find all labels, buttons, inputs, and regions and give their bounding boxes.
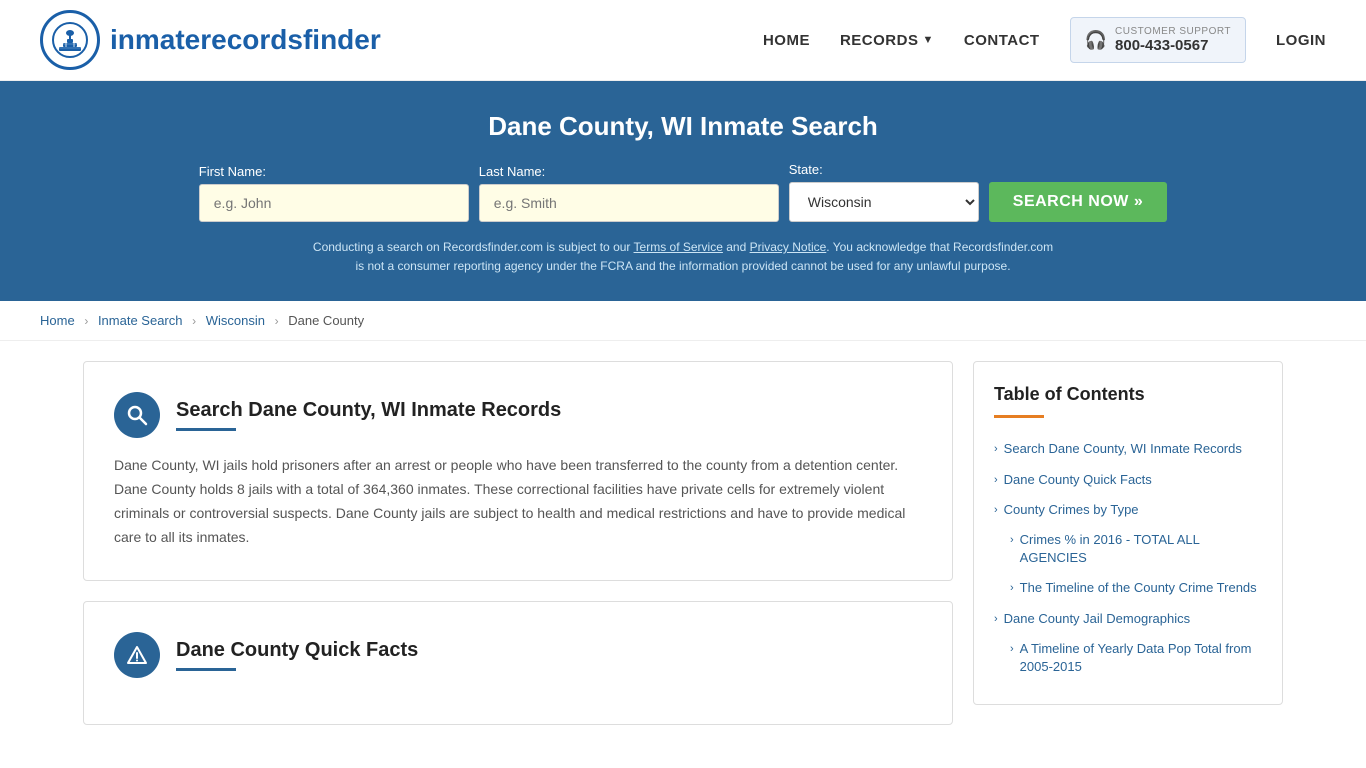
last-name-label: Last Name: <box>479 164 545 179</box>
terms-link[interactable]: Terms of Service <box>634 240 723 254</box>
headset-icon: 🎧 <box>1085 30 1107 51</box>
content-area: Search Dane County, WI Inmate Records Da… <box>83 361 953 744</box>
nav-home[interactable]: HOME <box>763 32 810 49</box>
first-name-group: First Name: <box>199 164 469 222</box>
chevron-right-icon: › <box>994 612 998 627</box>
toc-item[interactable]: ›Dane County Quick Facts <box>994 465 1262 495</box>
quick-facts-header: Dane County Quick Facts <box>114 632 922 678</box>
toc-card: Table of Contents ›Search Dane County, W… <box>973 361 1283 705</box>
search-records-title: Search Dane County, WI Inmate Records <box>176 399 561 422</box>
toc-item[interactable]: ›A Timeline of Yearly Data Pop Total fro… <box>994 634 1262 682</box>
breadcrumb: Home › Inmate Search › Wisconsin › Dane … <box>0 301 1366 341</box>
state-select[interactable]: Wisconsin Alabama Alaska Arizona Califor… <box>789 182 979 222</box>
nav-records[interactable]: RECORDS ▼ <box>840 32 934 49</box>
breadcrumb-sep-1: › <box>84 314 88 328</box>
state-group: State: Wisconsin Alabama Alaska Arizona … <box>789 162 979 222</box>
state-label: State: <box>789 162 823 177</box>
last-name-group: Last Name: <box>479 164 779 222</box>
toc-item[interactable]: ›Dane County Jail Demographics <box>994 604 1262 634</box>
chevron-right-icon: › <box>1010 533 1014 548</box>
support-phone: 800-433-0567 <box>1115 37 1231 54</box>
main-container: Search Dane County, WI Inmate Records Da… <box>43 361 1323 744</box>
quick-facts-title: Dane County Quick Facts <box>176 639 418 662</box>
toc-item[interactable]: ›Search Dane County, WI Inmate Records <box>994 434 1262 464</box>
search-records-card: Search Dane County, WI Inmate Records Da… <box>83 361 953 580</box>
first-name-input[interactable] <box>199 184 469 222</box>
breadcrumb-inmate-search[interactable]: Inmate Search <box>98 313 183 328</box>
disclaimer-text: Conducting a search on Recordsfinder.com… <box>308 238 1058 276</box>
chevron-right-icon: › <box>1010 642 1014 657</box>
breadcrumb-state[interactable]: Wisconsin <box>206 313 265 328</box>
customer-support-box: 🎧 CUSTOMER SUPPORT 800-433-0567 <box>1070 17 1246 63</box>
toc-item[interactable]: ›County Crimes by Type <box>994 495 1262 525</box>
nav-contact[interactable]: CONTACT <box>964 32 1040 49</box>
logo-area: inmaterecordsfinder <box>40 10 381 70</box>
search-records-body: Dane County, WI jails hold prisoners aft… <box>114 454 922 549</box>
chevron-right-icon: › <box>994 503 998 518</box>
search-button[interactable]: SEARCH NOW » <box>989 182 1167 222</box>
alert-icon <box>114 632 160 678</box>
toc-item[interactable]: ›The Timeline of the County Crime Trends <box>994 573 1262 603</box>
chevron-right-icon: › <box>1010 581 1014 596</box>
chevron-right-icon: › <box>994 442 998 457</box>
toc-underline <box>994 415 1044 418</box>
banner-title: Dane County, WI Inmate Search <box>40 111 1326 142</box>
privacy-link[interactable]: Privacy Notice <box>750 240 827 254</box>
search-records-header: Search Dane County, WI Inmate Records <box>114 392 922 438</box>
breadcrumb-sep-3: › <box>275 314 279 328</box>
main-nav: HOME RECORDS ▼ CONTACT 🎧 CUSTOMER SUPPOR… <box>763 17 1326 63</box>
chevron-right-icon: › <box>994 473 998 488</box>
search-banner: Dane County, WI Inmate Search First Name… <box>0 81 1366 301</box>
first-name-label: First Name: <box>199 164 266 179</box>
breadcrumb-home[interactable]: Home <box>40 313 75 328</box>
logo-text: inmaterecordsfinder <box>110 24 381 56</box>
section-underline <box>176 428 236 431</box>
section-underline-2 <box>176 668 236 671</box>
last-name-input[interactable] <box>479 184 779 222</box>
support-label: CUSTOMER SUPPORT <box>1115 26 1231 37</box>
breadcrumb-sep-2: › <box>192 314 196 328</box>
search-form: First Name: Last Name: State: Wisconsin … <box>40 162 1326 222</box>
nav-login[interactable]: LOGIN <box>1276 32 1326 49</box>
sidebar: Table of Contents ›Search Dane County, W… <box>973 361 1283 705</box>
chevron-down-icon: ▼ <box>922 34 933 46</box>
search-icon <box>114 392 160 438</box>
logo-icon <box>40 10 100 70</box>
breadcrumb-county: Dane County <box>288 313 364 328</box>
quick-facts-card: Dane County Quick Facts <box>83 601 953 725</box>
site-header: inmaterecordsfinder HOME RECORDS ▼ CONTA… <box>0 0 1366 81</box>
toc-list: ›Search Dane County, WI Inmate Records›D… <box>994 434 1262 682</box>
toc-item[interactable]: ›Crimes % in 2016 - TOTAL ALL AGENCIES <box>994 525 1262 573</box>
toc-title: Table of Contents <box>994 384 1262 405</box>
